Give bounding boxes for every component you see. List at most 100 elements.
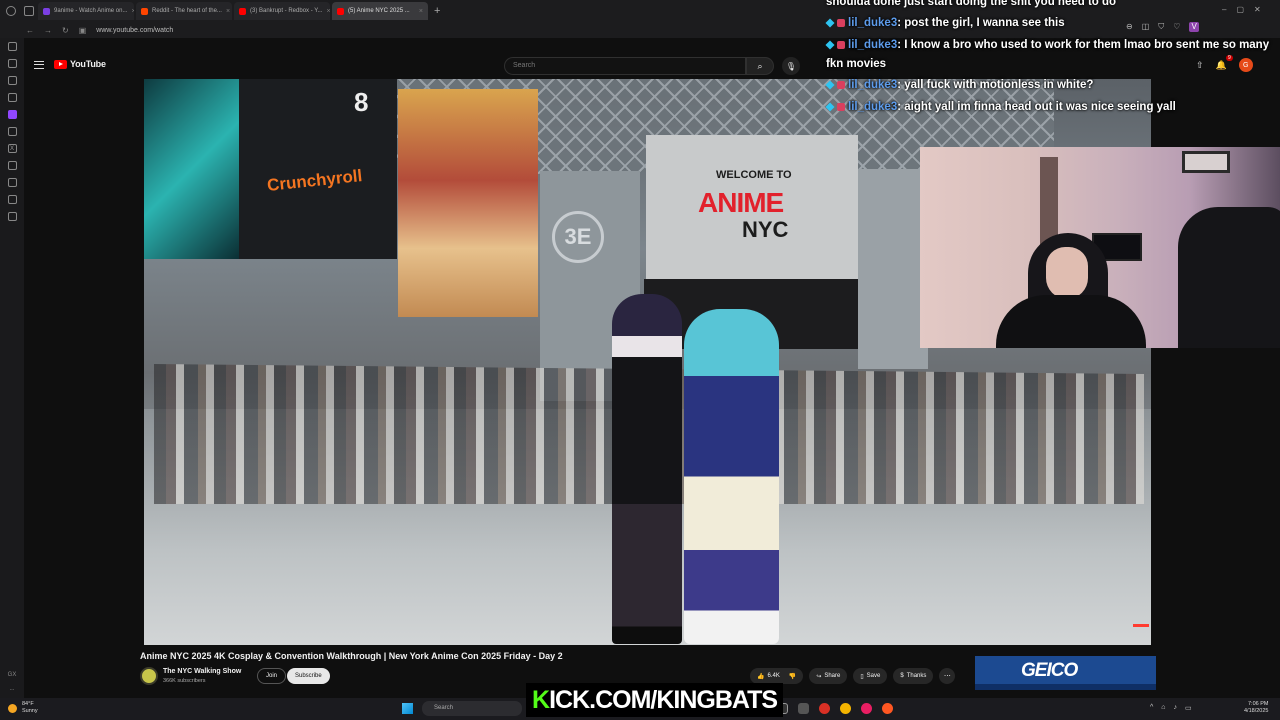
chrome-icon[interactable] xyxy=(840,703,851,714)
chat-username[interactable]: lil_duke3 xyxy=(848,101,897,113)
video-actions: 👍 6.4K 👎 ↪ Share ▯ Save $ Thanks ⋯ xyxy=(750,668,956,684)
search-button[interactable]: ⌕ xyxy=(746,57,774,75)
search-input[interactable]: Search xyxy=(504,57,746,75)
tab-favicon-icon xyxy=(337,7,344,15)
lock-icon: ▣ xyxy=(78,25,87,35)
history-icon[interactable] xyxy=(7,42,17,51)
thumbs-up-icon: 👍 xyxy=(757,673,765,680)
app-icon[interactable] xyxy=(882,703,893,714)
geico-ad[interactable]: GEICO xyxy=(975,656,1156,690)
chat-username[interactable]: lil_duke3 xyxy=(848,39,897,51)
close-icon[interactable]: × xyxy=(419,8,423,15)
reload-icon[interactable]: ↻ xyxy=(62,26,69,35)
badge-icon xyxy=(825,80,835,90)
thanks-button[interactable]: $ Thanks xyxy=(893,668,934,684)
video-wall xyxy=(858,169,928,369)
like-button[interactable]: 👍 6.4K 👎 xyxy=(750,668,804,684)
messenger-icon[interactable] xyxy=(7,76,17,85)
share-icon: ↪ xyxy=(816,673,822,680)
download-icon[interactable] xyxy=(7,195,17,204)
youtube-logo[interactable]: YouTube xyxy=(54,59,106,69)
browser-sidebar: X GX ... xyxy=(0,38,24,698)
dollar-icon: $ xyxy=(900,673,904,679)
taskbar-clock[interactable]: 7:06 PM 4/18/2025 xyxy=(1244,701,1268,715)
close-icon[interactable]: × xyxy=(326,8,330,15)
cloud-icon[interactable] xyxy=(7,161,17,170)
windows-start-icon[interactable] xyxy=(402,703,413,714)
tabs-icon[interactable] xyxy=(24,6,34,16)
thumbs-down-icon[interactable]: 👎 xyxy=(789,673,796,680)
share-button[interactable]: ↪ Share xyxy=(809,668,848,684)
network-icon[interactable]: ⌂ xyxy=(1161,704,1165,712)
video-anime-poster xyxy=(398,89,538,317)
settings-icon[interactable] xyxy=(7,212,17,221)
mic-icon: 🎙 xyxy=(785,61,797,71)
forward-icon[interactable]: → xyxy=(44,26,52,35)
bag-icon[interactable] xyxy=(7,59,17,68)
back-icon[interactable]: ← xyxy=(26,26,34,35)
kick-url: ICK.COM/KINGBATS xyxy=(549,685,778,714)
chat-username[interactable]: lil_duke3 xyxy=(848,17,897,29)
badge-icon xyxy=(825,102,835,112)
badge-icon xyxy=(825,40,835,50)
video-cosplayer-maid xyxy=(612,294,682,644)
streamer-webcam xyxy=(920,147,1280,348)
webcam-gaming-chair xyxy=(1178,207,1280,348)
stream-chat-overlay: shoulda done just start doing the shit y… xyxy=(825,0,1280,120)
new-tab-button[interactable]: + xyxy=(430,5,440,17)
discord-icon[interactable] xyxy=(7,127,17,136)
pillar-label: 3E xyxy=(552,211,604,263)
chat-message: lil_duke3: I know a bro who used to work… xyxy=(825,39,1270,70)
badge-icon xyxy=(825,18,835,28)
youtube-play-icon xyxy=(54,59,67,69)
chevron-up-icon[interactable]: ^ xyxy=(1150,704,1153,712)
tab-9anime[interactable]: 9anime - Watch Anime on... × xyxy=(38,2,134,20)
chat-message: lil_duke3: post the girl, I wanna see th… xyxy=(825,14,1065,33)
url-text[interactable]: www.youtube.com/watch xyxy=(96,27,173,34)
system-tray: ^ ⌂ ♪ ▭ xyxy=(1150,704,1192,712)
tab-bankrupt-redbox[interactable]: (3) Bankrupt - Redbox - Y... × xyxy=(234,2,330,20)
badge-icon xyxy=(837,80,845,89)
chat-username[interactable]: lil_duke3 xyxy=(848,79,897,91)
tab-anime-nyc[interactable]: (5) Anime NYC 2025 ... × xyxy=(332,2,428,20)
menu-icon[interactable] xyxy=(34,61,44,69)
join-button[interactable]: Join xyxy=(257,668,287,684)
news-icon[interactable] xyxy=(7,93,17,102)
video-cyan-banner xyxy=(144,79,239,259)
close-icon[interactable]: × xyxy=(131,8,134,15)
channel-name[interactable]: The NYC Walking Show xyxy=(163,668,241,675)
taskbar-search-input[interactable]: Search xyxy=(422,701,522,716)
save-button[interactable]: ▯ Save xyxy=(853,668,888,684)
more-actions-button[interactable]: ⋯ xyxy=(939,668,956,684)
opera-icon[interactable] xyxy=(6,6,16,16)
voice-search-button[interactable]: 🎙 xyxy=(782,57,800,75)
search-icon: ⌕ xyxy=(757,60,763,71)
webcam-wall-frame xyxy=(1182,151,1230,173)
volume-icon[interactable]: ♪ xyxy=(1174,704,1178,712)
gx-label[interactable]: GX xyxy=(8,672,17,678)
tab-reddit[interactable]: Reddit - The heart of the... × xyxy=(136,2,232,20)
ad-strip xyxy=(975,684,1156,690)
app-icon[interactable] xyxy=(798,703,809,714)
chat-message: lil_duke3: yall fuck with motionless in … xyxy=(825,76,1093,95)
tab-favicon-icon xyxy=(239,7,246,15)
app-icon[interactable] xyxy=(819,703,830,714)
bookmark-icon: ▯ xyxy=(860,673,864,680)
battery-icon[interactable]: ▭ xyxy=(1185,704,1192,712)
chat-message: shoulda done just start doing the shit y… xyxy=(826,0,1117,8)
app-icon[interactable] xyxy=(861,703,872,714)
chat-message: lil_duke3: aight yall im finna head out … xyxy=(825,98,1176,117)
channel-avatar[interactable] xyxy=(140,667,158,685)
subscribe-button[interactable]: Subscribe xyxy=(287,668,330,684)
x-icon[interactable]: X xyxy=(7,144,17,153)
close-icon[interactable]: × xyxy=(226,8,230,15)
weather-widget[interactable]: 84°F Sunny xyxy=(8,701,38,715)
browser-menu[interactable] xyxy=(0,6,38,16)
ad-brand: GEICO xyxy=(1021,660,1078,681)
more-icon[interactable]: ... xyxy=(9,686,14,692)
video-cosplayer-blue xyxy=(684,309,779,644)
twitch-icon[interactable] xyxy=(7,110,17,119)
tab-favicon-icon xyxy=(141,7,148,15)
crunchyroll-sign: Crunchyroll xyxy=(266,166,364,195)
clock-icon[interactable] xyxy=(7,178,17,187)
